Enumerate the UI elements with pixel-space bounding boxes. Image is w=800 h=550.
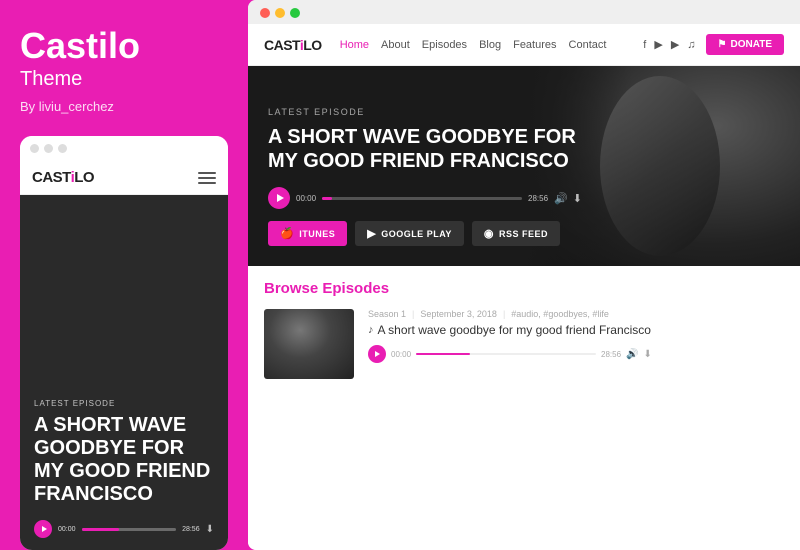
mobile-time-end: 28:56 bbox=[182, 526, 200, 533]
hero-progress-fill bbox=[322, 197, 332, 200]
mobile-audio-bar: 00:00 28:56 ⬇ bbox=[34, 520, 214, 538]
episode-season: Season 1 bbox=[368, 309, 406, 319]
gplay-label: GOOGLE PLAY bbox=[381, 229, 452, 239]
episode-title[interactable]: ♪ A short wave goodbye for my good frien… bbox=[368, 323, 784, 337]
browse-title: Browse Episodes bbox=[264, 280, 784, 297]
left-panel: Castilo Theme By liviu_cerchez CASTiLO L… bbox=[0, 0, 248, 550]
nav-link-features[interactable]: Features bbox=[513, 39, 556, 51]
hamburger-line-3 bbox=[198, 182, 216, 184]
hamburger-line-2 bbox=[198, 177, 216, 179]
hamburger-menu[interactable] bbox=[198, 172, 216, 184]
brand-by: By liviu_cerchez bbox=[20, 99, 228, 114]
episode-date: September 3, 2018 bbox=[420, 309, 497, 319]
play-icon[interactable]: ▶ bbox=[654, 38, 662, 51]
episode-meta: Season 1 | September 3, 2018 | #audio, #… bbox=[368, 309, 784, 319]
hero-content: LATEST EPISODE A SHORT WAVE GOODBYE FOR … bbox=[248, 107, 800, 266]
google-play-button[interactable]: ▶ GOOGLE PLAY bbox=[355, 221, 464, 246]
subscribe-buttons: 🍎 ITUNES ▶ GOOGLE PLAY ◉ RSS FEED bbox=[268, 221, 780, 246]
episode-thumbnail-image bbox=[264, 309, 354, 379]
episode-progress-bar[interactable] bbox=[416, 353, 596, 355]
mobile-hero-title: A SHORT WAVE GOODBYE FOR MY GOOD FRIEND … bbox=[34, 414, 214, 506]
hero-time-end: 28:56 bbox=[528, 194, 548, 203]
brand-subtitle: Theme bbox=[20, 68, 228, 91]
episode-row: Season 1 | September 3, 2018 | #audio, #… bbox=[264, 309, 784, 379]
nav-link-blog[interactable]: Blog bbox=[479, 39, 501, 51]
ep-download-icon[interactable]: ⬇ bbox=[644, 349, 652, 360]
donate-button[interactable]: ⚑ DONATE bbox=[706, 34, 784, 55]
audio-icons: 🔊 ⬇ bbox=[554, 192, 582, 205]
mobile-download-icon[interactable]: ⬇ bbox=[206, 524, 214, 535]
ep-time-start: 00:00 bbox=[391, 350, 411, 359]
mobile-play-button[interactable] bbox=[34, 520, 52, 538]
note-icon: ♪ bbox=[368, 324, 374, 336]
browse-word: Browse bbox=[264, 280, 322, 297]
itunes-button[interactable]: 🍎 ITUNES bbox=[268, 221, 347, 246]
site-nav: CASTiLO Home About Episodes Blog Feature… bbox=[248, 24, 800, 66]
download-hero-icon[interactable]: ⬇ bbox=[573, 192, 582, 205]
mobile-titlebar bbox=[20, 136, 228, 161]
mobile-nav: CASTiLO bbox=[20, 161, 228, 195]
browser-chrome bbox=[248, 0, 800, 24]
episode-info: Season 1 | September 3, 2018 | #audio, #… bbox=[368, 309, 784, 363]
nav-link-episodes[interactable]: Episodes bbox=[422, 39, 467, 51]
ep-volume-icon[interactable]: 🔊 bbox=[626, 349, 638, 360]
nav-link-about[interactable]: About bbox=[381, 39, 410, 51]
mobile-time-start: 00:00 bbox=[58, 526, 76, 533]
mobile-progress-bar[interactable] bbox=[82, 528, 177, 531]
episode-play-button[interactable] bbox=[368, 345, 386, 363]
hero-audio-player: 00:00 28:56 🔊 ⬇ bbox=[268, 187, 780, 209]
browse-episodes-word: Episodes bbox=[322, 280, 389, 297]
hero-play-button[interactable] bbox=[268, 187, 290, 209]
itunes-icon: 🍎 bbox=[280, 227, 294, 240]
hero-title: A SHORT WAVE GOODBYE FOR MY GOOD FRIEND … bbox=[268, 125, 608, 173]
site-logo: CASTiLO bbox=[264, 37, 322, 53]
browser-maximize-dot[interactable] bbox=[290, 8, 300, 18]
dot-1 bbox=[30, 144, 39, 153]
donate-flag: ⚑ bbox=[718, 39, 727, 50]
browse-section: Browse Episodes Season 1 | September 3, … bbox=[248, 266, 800, 550]
rss-label: RSS FEED bbox=[499, 229, 548, 239]
mobile-hero: LATEST EPISODE A SHORT WAVE GOODBYE FOR … bbox=[20, 195, 228, 550]
episode-thumbnail bbox=[264, 309, 354, 379]
meta-sep-1: | bbox=[412, 309, 414, 319]
episode-tags: #audio, #goodbyes, #life bbox=[511, 309, 609, 319]
nav-links: Home About Episodes Blog Features Contac… bbox=[340, 39, 644, 51]
gplay-icon: ▶ bbox=[367, 227, 376, 240]
site-logo-accent: i bbox=[300, 37, 303, 53]
itunes-label: ITUNES bbox=[299, 229, 335, 239]
volume-icon[interactable]: 🔊 bbox=[554, 192, 568, 205]
mobile-preview-card: CASTiLO LATEST EPISODE A SHORT WAVE GOOD… bbox=[20, 136, 228, 550]
dot-2 bbox=[44, 144, 53, 153]
facebook-icon[interactable]: f bbox=[643, 39, 646, 51]
episode-progress-fill bbox=[416, 353, 470, 355]
browser-close-dot[interactable] bbox=[260, 8, 270, 18]
meta-sep-2: | bbox=[503, 309, 505, 319]
episode-audio-icons: 🔊 ⬇ bbox=[626, 349, 652, 360]
episode-audio-row: 00:00 28:56 🔊 ⬇ bbox=[368, 345, 784, 363]
nav-social: f ▶ ▶ ♫ bbox=[643, 38, 695, 51]
latest-episode-label: LATEST EPISODE bbox=[268, 107, 780, 117]
donate-label: DONATE bbox=[731, 39, 772, 50]
mobile-logo-accent: i bbox=[71, 169, 75, 186]
episode-title-text: A short wave goodbye for my good friend … bbox=[378, 323, 651, 337]
nav-link-home[interactable]: Home bbox=[340, 39, 369, 51]
ep-time-end: 28:56 bbox=[601, 350, 621, 359]
mobile-latest-label: LATEST EPISODE bbox=[34, 399, 214, 408]
mobile-progress-fill bbox=[82, 528, 120, 531]
hero-progress-bar[interactable] bbox=[322, 197, 522, 200]
hero-section: LATEST EPISODE A SHORT WAVE GOODBYE FOR … bbox=[248, 66, 800, 266]
browser-minimize-dot[interactable] bbox=[275, 8, 285, 18]
mobile-logo: CASTiLO bbox=[32, 169, 94, 186]
right-panel: CASTiLO Home About Episodes Blog Feature… bbox=[248, 0, 800, 550]
brand-title: Castilo bbox=[20, 28, 228, 64]
rss-button[interactable]: ◉ RSS FEED bbox=[472, 221, 560, 246]
hamburger-line-1 bbox=[198, 172, 216, 174]
nav-link-contact[interactable]: Contact bbox=[569, 39, 607, 51]
dot-3 bbox=[58, 144, 67, 153]
youtube-icon[interactable]: ▶ bbox=[671, 38, 679, 51]
rss-icon: ◉ bbox=[484, 227, 494, 240]
hero-time-start: 00:00 bbox=[296, 194, 316, 203]
spotify-icon[interactable]: ♫ bbox=[687, 39, 695, 51]
